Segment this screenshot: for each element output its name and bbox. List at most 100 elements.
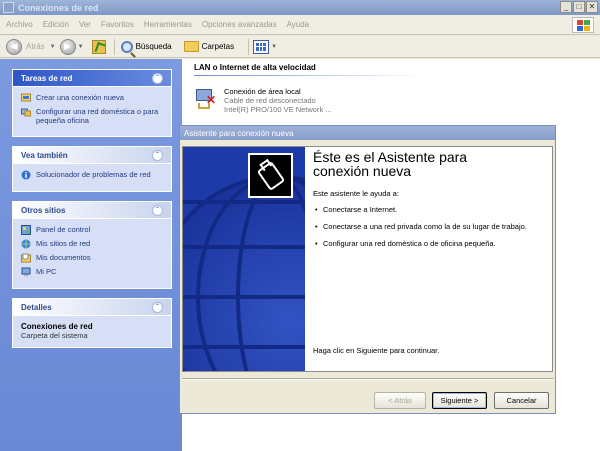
menu-ayuda[interactable]: Ayuda: [287, 20, 310, 29]
wizard-body: Éste es el Asistente para conexión nueva…: [182, 146, 553, 372]
place-my-computer[interactable]: Mi PC: [21, 267, 163, 277]
next-button[interactable]: Siguiente >: [432, 392, 487, 409]
place-network-places-label: Mis sitios de red: [36, 239, 91, 248]
connection-status: Cable de red desconectado: [224, 96, 316, 105]
info-icon: [21, 170, 31, 180]
back-button-label[interactable]: Atrás: [26, 42, 45, 51]
minimize-button[interactable]: _: [560, 1, 572, 13]
wizard-bullets: • Conectarse a Internet. • Conectarse a un…: [315, 205, 545, 256]
wizard-bullet: • Conectarse a Internet.: [315, 205, 398, 214]
new-connection-icon: [21, 93, 31, 102]
window-controls: _ □ ✕: [560, 1, 598, 13]
place-control-panel[interactable]: Panel de control: [21, 225, 163, 235]
wizard-separator: [182, 378, 553, 380]
cancel-button[interactable]: Cancelar: [494, 392, 549, 409]
see-also-title: Vea también: [21, 150, 68, 160]
menu-bar: Archivo Edición Ver Favoritos Herramient…: [0, 15, 600, 35]
other-places-title: Otros sitios: [21, 205, 66, 215]
explorer-window: Conexiones de red _ □ ✕ Archivo Edición …: [0, 0, 600, 451]
my-documents-icon: [21, 253, 31, 263]
maximize-button[interactable]: □: [573, 1, 585, 13]
task-create-connection[interactable]: Crear una conexión nueva: [21, 93, 163, 103]
see-also-header[interactable]: Vea también ⌃: [13, 147, 171, 164]
other-places-header[interactable]: Otros sitios ⌃: [13, 202, 171, 219]
wizard-globe-banner: [183, 147, 305, 371]
back-dropdown-icon[interactable]: ▼: [50, 44, 56, 50]
wizard-title-bar[interactable]: Asistente para conexión nueva: [180, 126, 555, 140]
toolbar-separator: [113, 38, 115, 55]
details-name: Conexiones de red: [21, 322, 93, 331]
wizard-heading-line2: conexión nueva: [313, 163, 412, 179]
close-button[interactable]: ✕: [586, 1, 598, 13]
menu-edicion[interactable]: Edición: [43, 20, 69, 29]
network-tasks-header[interactable]: Tareas de red ⌃: [13, 70, 171, 87]
place-my-documents[interactable]: Mis documentos: [21, 253, 163, 263]
group-divider: [194, 75, 424, 76]
wizard-bullet: • Configurar una red doméstica o de ofici…: [315, 239, 496, 248]
windows-logo-icon: [572, 17, 594, 33]
search-icon[interactable]: [120, 40, 133, 53]
menu-opciones-avanzadas[interactable]: Opciones avanzadas: [202, 20, 277, 29]
forward-arrow-icon[interactable]: ▶: [59, 38, 76, 55]
details-panel: Detalles ⌃ Conexiones de red Carpeta del…: [12, 298, 172, 348]
lan-disconnected-icon: ✕: [192, 87, 220, 113]
place-my-computer-label: Mi PC: [36, 267, 57, 276]
back-arrow-icon[interactable]: ◀: [6, 38, 22, 55]
see-also-panel: Vea también ⌃ Solucionador de problemas …: [12, 146, 172, 192]
details-header[interactable]: Detalles ⌃: [13, 299, 171, 316]
task-create-connection-label: Crear una conexión nueva: [36, 93, 124, 102]
wizard-footer-text: Haga clic en Siguiente para continuar.: [313, 346, 440, 355]
forward-dropdown-icon[interactable]: ▼: [78, 44, 84, 50]
new-connection-wizard-dialog: Asistente para conexión nueva Éste es el…: [179, 125, 556, 414]
wizard-bullet-text: Configurar una red doméstica o de oficin…: [323, 239, 496, 248]
wizard-content: Éste es el Asistente para conexión nueva…: [305, 147, 552, 371]
task-setup-home-network[interactable]: Configurar una red doméstica o para pequ…: [21, 107, 163, 125]
network-plug-icon: [248, 153, 293, 198]
network-places-icon: [21, 239, 31, 249]
views-dropdown-icon[interactable]: ▼: [271, 44, 277, 50]
my-computer-icon: [21, 267, 31, 277]
details-subtitle: Carpeta del sistema: [21, 331, 88, 340]
wizard-bullet: • Conectarse a una red privada como la de…: [315, 222, 527, 231]
up-folder-icon[interactable]: [91, 39, 106, 54]
search-button-label[interactable]: Búsqueda: [136, 42, 172, 51]
place-my-documents-label: Mis documentos: [36, 253, 91, 262]
collapse-chevron-icon[interactable]: ⌃: [152, 204, 163, 216]
collapse-chevron-icon[interactable]: ⌃: [152, 149, 163, 161]
back-button[interactable]: < Atrás: [374, 392, 426, 409]
toolbar-separator: [248, 38, 250, 55]
wizard-heading: Éste es el Asistente para conexión nueva: [313, 150, 467, 178]
menu-favoritos[interactable]: Favoritos: [101, 20, 134, 29]
network-folder-icon: [3, 2, 14, 13]
control-panel-icon: [21, 225, 31, 235]
network-tasks-panel: Tareas de red ⌃ Crear una conexión nueva…: [12, 69, 172, 137]
lan-connection-item[interactable]: ✕ Conexión de área local Cable de red de…: [192, 87, 332, 114]
folders-button-label[interactable]: Carpetas: [202, 42, 234, 51]
wizard-intro: Este asistente le ayuda a:: [313, 189, 399, 198]
home-network-icon: [21, 108, 31, 117]
wizard-heading-line1: Éste es el Asistente para: [313, 149, 468, 165]
wizard-bullet-text: Conectarse a Internet.: [323, 205, 398, 214]
toolbar: ◀ Atrás ▼ ▶ ▼ Búsqueda Carpetas ▼: [0, 36, 600, 58]
see-also-troubleshooter-label: Solucionador de problemas de red: [36, 170, 151, 179]
connection-device: Intel(R) PRO/100 VE Network ...: [224, 105, 332, 114]
task-setup-home-network-label: Configurar una red doméstica o para pequ…: [36, 107, 159, 125]
menu-ver[interactable]: Ver: [79, 20, 91, 29]
title-bar[interactable]: Conexiones de red _ □ ✕: [0, 0, 600, 15]
other-places-panel: Otros sitios ⌃ Panel de control Mis siti…: [12, 201, 172, 289]
wizard-title: Asistente para conexión nueva: [184, 128, 294, 138]
place-network-places[interactable]: Mis sitios de red: [21, 239, 163, 249]
wizard-bullet-text: Conectarse a una red privada como la de …: [323, 222, 527, 231]
network-tasks-title: Tareas de red: [21, 73, 73, 83]
folders-icon[interactable]: [183, 41, 199, 52]
collapse-chevron-icon[interactable]: ⌃: [152, 301, 163, 313]
connection-name: Conexión de área local: [224, 87, 301, 96]
window-title: Conexiones de red: [18, 2, 99, 13]
menu-archivo[interactable]: Archivo: [6, 20, 33, 29]
details-title: Detalles: [21, 302, 52, 312]
collapse-chevron-icon[interactable]: ⌃: [152, 72, 163, 84]
views-icon[interactable]: [253, 39, 270, 54]
menu-herramientas[interactable]: Herramientas: [144, 20, 192, 29]
group-title: LAN o Internet de alta velocidad: [194, 63, 316, 72]
see-also-troubleshooter[interactable]: Solucionador de problemas de red: [21, 170, 163, 180]
